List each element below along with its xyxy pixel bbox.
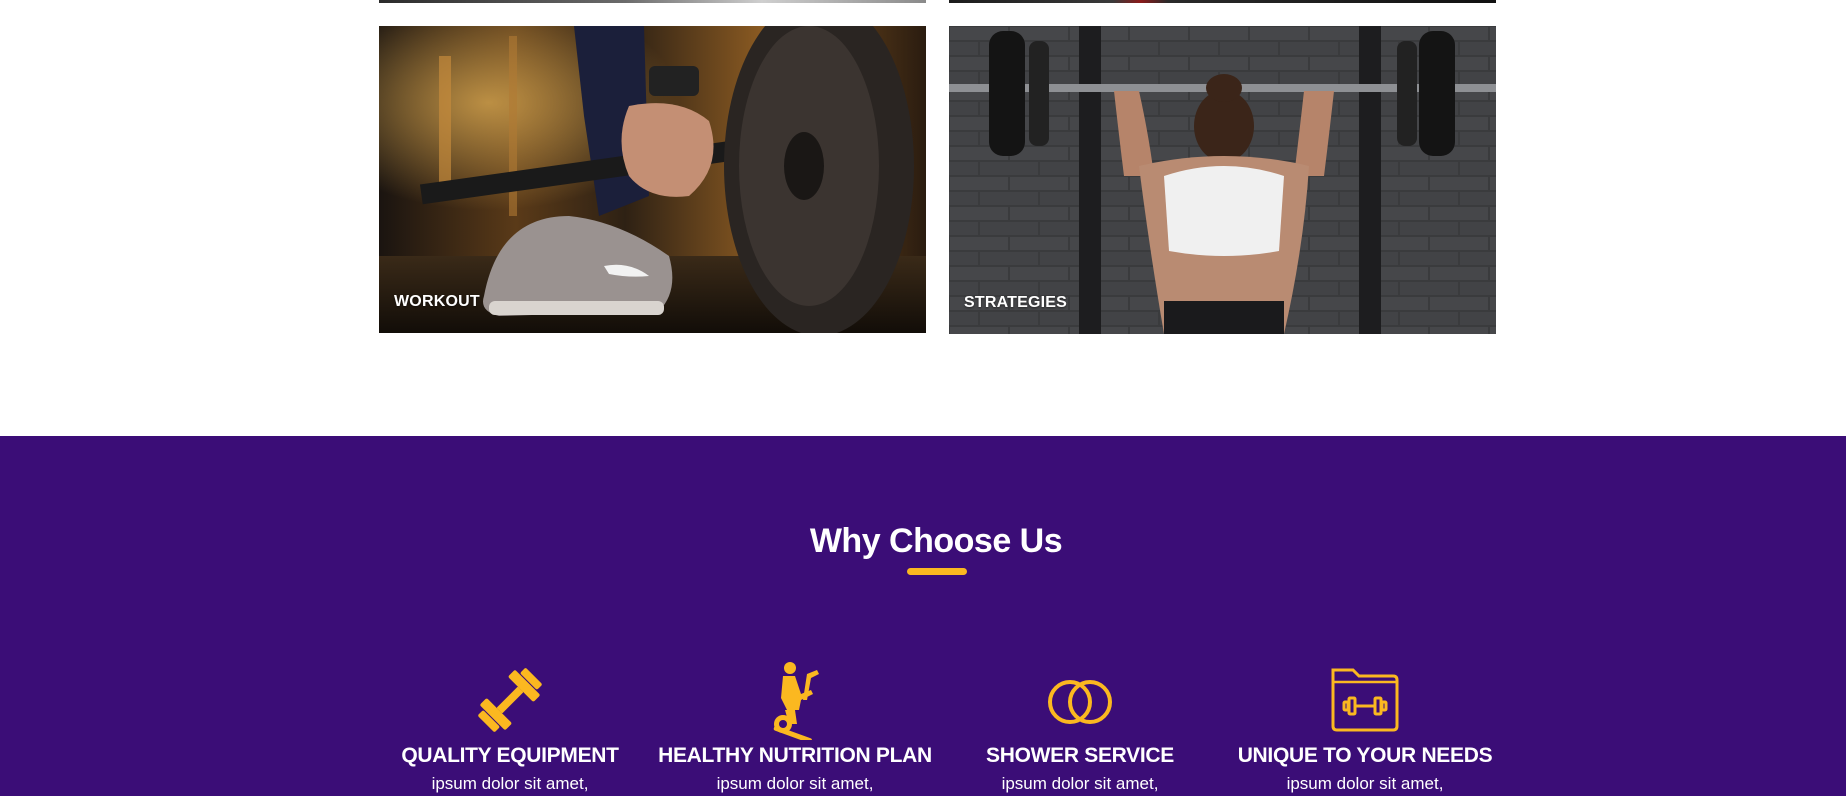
- rings-icon: [1040, 660, 1120, 740]
- card-label-workout: WORKOUT: [394, 293, 480, 310]
- section-title: Why Choose Us: [809, 522, 1063, 560]
- exercise-bike-icon: [755, 660, 835, 740]
- feature-title: SHOWER SERVICE: [986, 744, 1174, 767]
- card-label-strategies: STRATEGIES: [964, 294, 1068, 311]
- previous-card-edge-left: [379, 0, 926, 3]
- feature-shower-service: SHOWER SERVICE ipsum dolor sit amet,: [940, 660, 1220, 794]
- previous-card-edge-right: [949, 0, 1496, 3]
- gallery-section: WORKOUT STRATEGIES: [0, 0, 1846, 436]
- strategies-photo: [949, 26, 1496, 334]
- feature-text: ipsum dolor sit amet,: [431, 774, 589, 793]
- feature-title: UNIQUE TO YOUR NEEDS: [1237, 744, 1493, 767]
- feature-title: QUALITY EQUIPMENT: [401, 744, 619, 767]
- feature-text: ipsum dolor sit amet,: [1001, 774, 1159, 793]
- dumbbell-icon: [470, 660, 550, 740]
- why-choose-us-section: Why Choose Us QUALITY EQUIPMENT ipsum do…: [0, 436, 1846, 796]
- gallery-card-strategies[interactable]: STRATEGIES: [949, 26, 1496, 334]
- title-underline: [907, 568, 967, 575]
- dumbbell-folder-icon: [1325, 660, 1405, 740]
- feature-unique-to-your-needs: UNIQUE TO YOUR NEEDS ipsum dolor sit ame…: [1225, 660, 1505, 794]
- page: WORKOUT STRATEGIES Why Choose Us QUALITY…: [0, 0, 1846, 796]
- feature-text: ipsum dolor sit amet,: [1286, 774, 1444, 793]
- workout-photo: [379, 26, 926, 333]
- feature-quality-equipment: QUALITY EQUIPMENT ipsum dolor sit amet,: [370, 660, 650, 794]
- feature-healthy-nutrition-plan: HEALTHY NUTRITION PLAN ipsum dolor sit a…: [655, 660, 935, 794]
- feature-text: ipsum dolor sit amet,: [716, 774, 874, 793]
- feature-title: HEALTHY NUTRITION PLAN: [658, 744, 932, 767]
- gallery-card-workout[interactable]: WORKOUT: [379, 26, 926, 333]
